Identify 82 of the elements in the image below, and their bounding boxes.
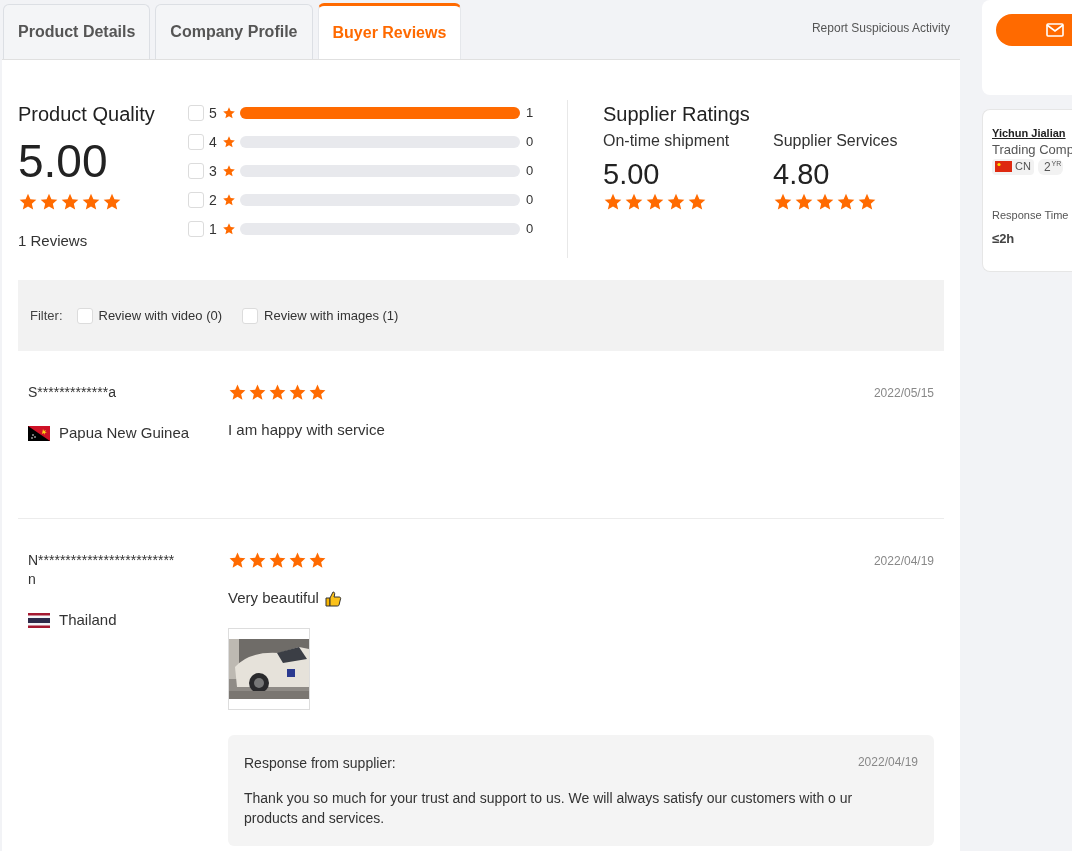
checkbox[interactable] [242,307,259,324]
star-icon [836,192,856,212]
response-date: 2022/04/19 [857,753,918,771]
checkbox[interactable] [188,163,204,179]
star-icon [222,164,236,178]
mail-icon [1046,23,1064,37]
star-label: 2 [209,190,218,210]
star-icon [624,192,644,212]
filter-label: Filter: [30,306,63,325]
response-title: Response from supplier: [244,753,396,773]
star-icon [39,192,59,212]
star-icon [222,135,236,149]
filter-option[interactable]: Review with images (1) [264,305,399,326]
star-icon [288,383,307,402]
star-icon [102,192,122,212]
review-date: 2022/05/15 [873,384,934,402]
tab[interactable]: Company Profile [155,4,313,59]
star-icon [645,192,665,212]
star-label: 3 [209,161,218,181]
star-icon [248,551,267,570]
score-value: 5.00 [18,134,109,188]
star-label: 4 [209,132,218,152]
section-title: Supplier Ratings [603,102,751,127]
score-value: 5.00 [603,157,661,192]
checkbox[interactable] [188,105,204,121]
star-icon [222,222,236,236]
score-value: 4.80 [773,157,831,192]
star-label: 5 [209,103,218,123]
count-value: 0 [526,220,534,239]
star-icon [268,551,287,570]
filter-option[interactable]: Review with video (0) [98,305,223,326]
country-name: Thailand [59,610,117,630]
star-icon [603,192,623,212]
star-icon [687,192,707,212]
star-icon [222,193,236,207]
star-icon [857,192,877,212]
star-icon [308,551,327,570]
star-icon [268,383,287,402]
star-icon [794,192,814,212]
count-value: 1 [526,104,534,123]
star-icon [815,192,835,212]
star-icon [773,192,793,212]
rating-label: Supplier Services [773,131,899,151]
country-code: CN [1015,159,1031,175]
response-time-label: Response Time [992,207,1070,223]
review-text: Very beautiful [228,588,319,608]
star-icon [222,106,236,120]
star-icon [248,383,267,402]
star-icon [288,551,307,570]
star-icon [228,551,247,570]
contact-button[interactable] [996,14,1072,46]
reviewer-name: N*************************n [28,551,176,589]
country-name: Papua New Guinea [59,423,190,443]
star-icon [666,192,686,212]
star-icon [18,192,38,212]
checkbox[interactable] [188,134,204,150]
flag-icon [28,425,50,441]
star-label: 1 [209,219,218,239]
star-icon [81,192,101,212]
count-value: 0 [526,191,534,210]
star-icon [228,383,247,402]
flag-icon [995,161,1012,172]
checkbox[interactable] [188,221,204,237]
count-value: 0 [526,162,534,181]
review-count: 1 Reviews [18,231,89,251]
flag-icon [28,612,50,628]
years-value: 2 [1043,158,1051,175]
rating-label: On-time shipment [603,131,731,151]
response-text: Thank you so much for your trust and support to us. We will always satisfy our customers with o ur products and services. [244,788,854,828]
tab[interactable]: Product Details [3,4,151,59]
star-icon [60,192,80,212]
section-title: Product Quality [18,102,156,127]
reviewer-name: S*************a [28,383,117,402]
count-value: 0 [526,133,534,152]
star-icon [308,383,327,402]
company-link[interactable]: Yichun Jialian [992,125,1072,142]
response-time-value: ≤2h [992,230,1016,248]
review-text: I am happy with service [228,420,385,440]
review-date: 2022/04/19 [873,552,934,570]
checkbox[interactable] [76,307,93,324]
report-link[interactable]: Report Suspicious Activity [811,19,950,37]
checkbox[interactable] [188,192,204,208]
